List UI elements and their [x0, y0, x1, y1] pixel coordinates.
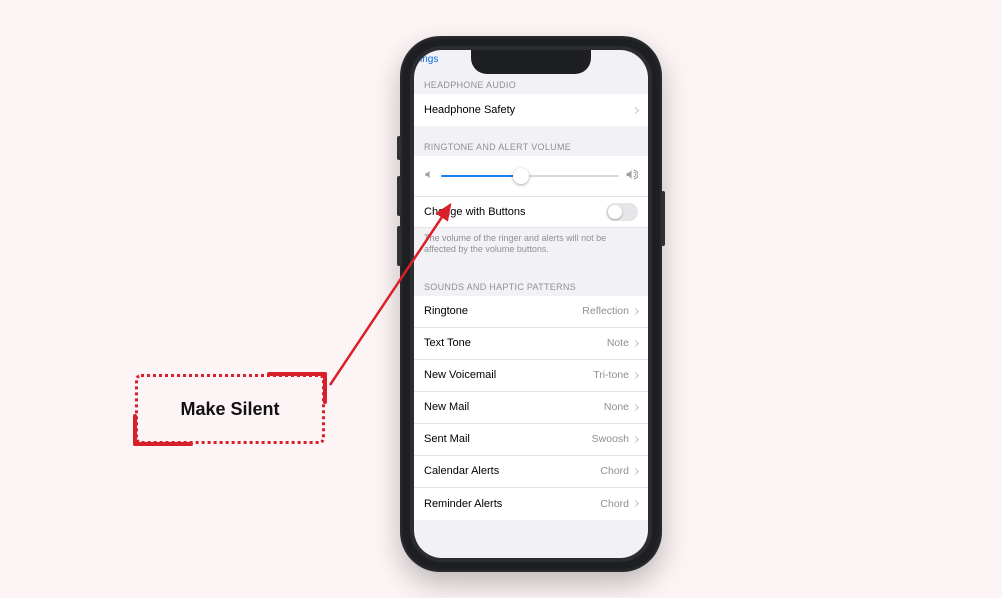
callout-corner [323, 372, 327, 404]
slider-fill [441, 175, 521, 177]
callout-corner [267, 372, 327, 376]
row-label: New Mail [424, 401, 604, 413]
callout-corner [133, 414, 137, 446]
row-label: Reminder Alerts [424, 498, 600, 510]
row-label: Calendar Alerts [424, 465, 600, 477]
phone-inner: ings HEADPHONE AUDIO Headphone Safety RI… [410, 46, 652, 562]
toggle-switch[interactable] [606, 203, 638, 221]
row-value: Chord [600, 498, 629, 510]
section-header-sounds-haptics: SOUNDS AND HAPTIC PATTERNS [414, 266, 648, 296]
volume-footnote: The volume of the ringer and alerts will… [414, 228, 648, 266]
settings-content: ings HEADPHONE AUDIO Headphone Safety RI… [414, 50, 648, 558]
row-label: Ringtone [424, 305, 582, 317]
callout-box: Make Silent [135, 374, 325, 444]
power-button[interactable] [661, 191, 665, 246]
slider-knob[interactable] [513, 168, 529, 184]
row-value: None [604, 401, 629, 413]
callout-corner [133, 442, 193, 446]
chevron-right-icon [632, 500, 639, 507]
callout: Make Silent [135, 374, 325, 444]
phone-notch [471, 50, 591, 74]
volume-slider-row [414, 156, 648, 196]
row-calendar-alerts[interactable]: Calendar Alerts Chord [414, 456, 648, 488]
row-value: Chord [600, 465, 629, 477]
speaker-high-icon [625, 168, 638, 184]
phone-frame: ings HEADPHONE AUDIO Headphone Safety RI… [400, 36, 662, 572]
speaker-low-icon [424, 169, 435, 183]
back-nav-hint[interactable]: ings [420, 54, 438, 65]
section-header-ringtone-volume: RINGTONE AND ALERT VOLUME [414, 126, 648, 156]
row-label: New Voicemail [424, 369, 593, 381]
volume-slider[interactable] [441, 175, 619, 177]
row-text-tone[interactable]: Text Tone Note [414, 328, 648, 360]
callout-label: Make Silent [180, 399, 279, 420]
row-label: Change with Buttons [424, 206, 606, 218]
headphone-list: Headphone Safety [414, 94, 648, 126]
chevron-right-icon [632, 371, 639, 378]
row-new-voicemail[interactable]: New Voicemail Tri-tone [414, 360, 648, 392]
row-value: Tri-tone [593, 369, 629, 381]
row-value: Note [607, 337, 629, 349]
chevron-right-icon [632, 307, 639, 314]
volume-down-button[interactable] [397, 226, 401, 266]
row-reminder-alerts[interactable]: Reminder Alerts Chord [414, 488, 648, 520]
mute-switch[interactable] [397, 136, 401, 160]
chevron-right-icon [632, 435, 639, 442]
volume-up-button[interactable] [397, 176, 401, 216]
row-sent-mail[interactable]: Sent Mail Swoosh [414, 424, 648, 456]
row-label: Text Tone [424, 337, 607, 349]
chevron-right-icon [632, 339, 639, 346]
row-value: Reflection [582, 305, 629, 317]
row-change-with-buttons[interactable]: Change with Buttons [414, 196, 648, 228]
row-new-mail[interactable]: New Mail None [414, 392, 648, 424]
switch-knob [608, 205, 622, 219]
sounds-haptics-list: Ringtone Reflection Text Tone Note New V… [414, 296, 648, 520]
chevron-right-icon [632, 106, 639, 113]
row-ringtone[interactable]: Ringtone Reflection [414, 296, 648, 328]
phone-screen: ings HEADPHONE AUDIO Headphone Safety RI… [414, 50, 648, 558]
chevron-right-icon [632, 403, 639, 410]
row-value: Swoosh [592, 433, 629, 445]
row-headphone-safety[interactable]: Headphone Safety [414, 94, 648, 126]
row-label: Sent Mail [424, 433, 592, 445]
chevron-right-icon [632, 467, 639, 474]
row-label: Headphone Safety [424, 104, 633, 116]
